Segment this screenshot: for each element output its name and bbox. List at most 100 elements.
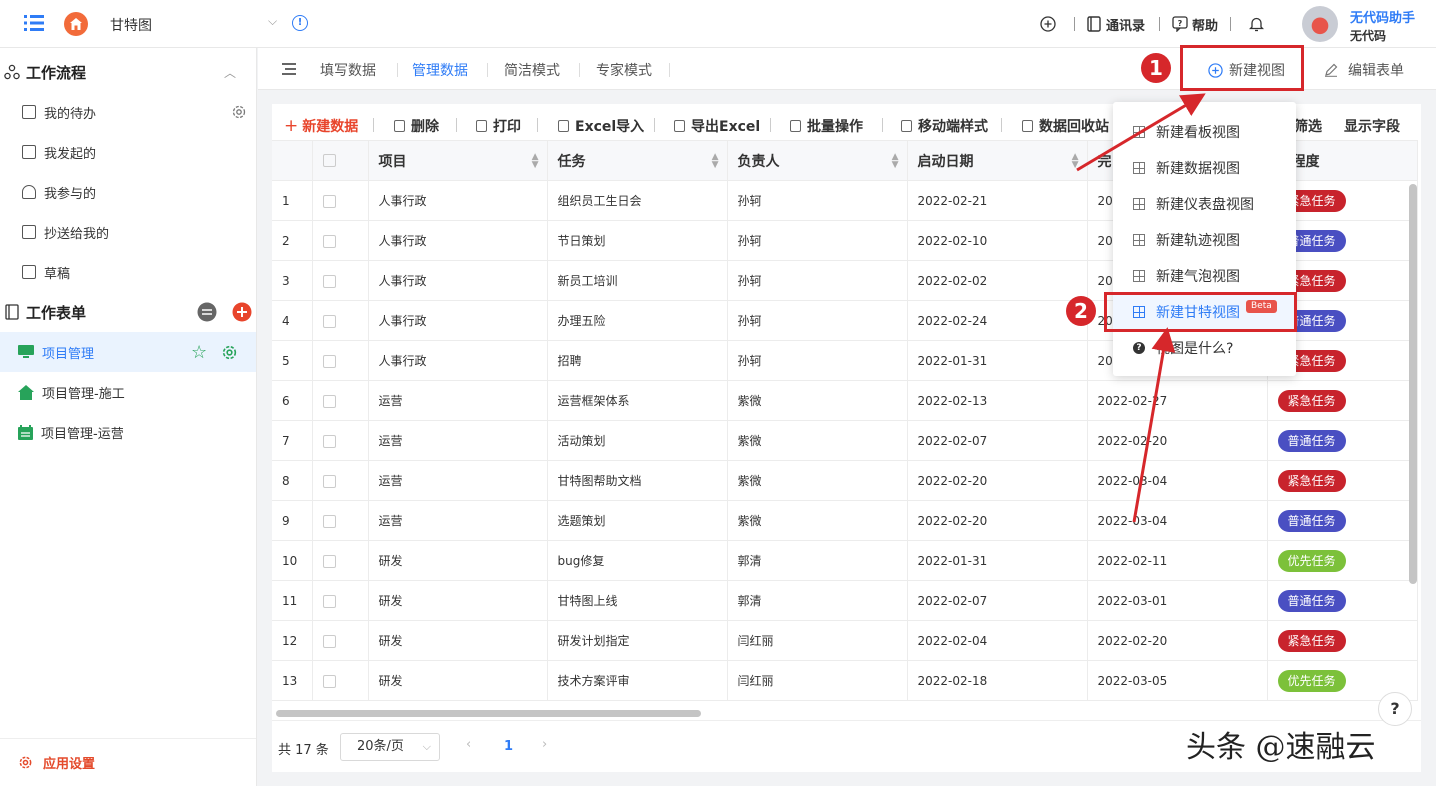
recycle-bin-button[interactable]: 数据回收站 — [1022, 116, 1109, 136]
table-row[interactable]: 8 运营 甘特图帮助文档 紫微 2022-02-20 2022-03-04 紧急任务 — [272, 460, 1418, 501]
add-form-icon[interactable] — [232, 302, 252, 322]
gear-icon[interactable] — [231, 104, 247, 120]
menu-item-data-view[interactable]: 新建数据视图 — [1113, 150, 1296, 186]
sidebar-item-initiated[interactable]: 我发起的 — [0, 132, 256, 172]
sidebar-item-project-mgmt[interactable]: 项目管理 ☆ — [0, 332, 256, 372]
row-checkbox[interactable] — [312, 500, 369, 541]
horizontal-scrollbar[interactable] — [276, 710, 701, 717]
workflow-section-header[interactable]: 工作流程 ︿ — [0, 52, 257, 92]
table-row[interactable]: 10 研发 bug修复 郭清 2022-01-31 2022-02-11 优先任务 — [272, 540, 1418, 581]
current-page[interactable]: 1 — [504, 739, 513, 754]
app-title[interactable]: 甘特图 — [110, 15, 152, 35]
row-checkbox[interactable] — [312, 460, 369, 501]
bell-icon[interactable] — [1249, 16, 1265, 32]
table-row[interactable]: 7 运营 活动策划 紫微 2022-02-07 2022-02-20 普通任务 — [272, 420, 1418, 461]
chevron-down-icon[interactable]: ⌵ — [268, 14, 277, 29]
table-row[interactable]: 12 研发 研发计划指定 闫红丽 2022-02-04 2022-02-20 紧急任务 — [272, 620, 1418, 661]
menu-icon[interactable] — [24, 14, 44, 32]
header-start-date[interactable]: 启动日期 ▲ ▼ — [907, 140, 1088, 181]
row-checkbox[interactable] — [312, 180, 369, 221]
excel-import-label: Excel导入 — [575, 119, 645, 135]
sidebar-item-label: 项目管理-运营 — [41, 426, 124, 442]
tab-manage-data[interactable]: 管理数据 — [412, 60, 468, 80]
sort-icon: ▲ ▼ — [531, 151, 539, 170]
header-project[interactable]: 项目 ▲ ▼ — [368, 140, 548, 181]
contacts-link[interactable]: 通讯录 — [1106, 15, 1145, 34]
sidebar-item-project-operation[interactable]: 项目管理-运营 — [0, 412, 256, 452]
show-fields-button[interactable]: 显示字段 — [1344, 116, 1400, 136]
next-page-icon[interactable]: › — [542, 737, 547, 752]
batch-button[interactable]: 批量操作 — [790, 116, 863, 136]
sidebar-item-project-construction[interactable]: 项目管理-施工 — [0, 372, 256, 412]
table-row[interactable]: 11 研发 甘特图上线 郭清 2022-02-07 2022-03-01 普通任务 — [272, 580, 1418, 621]
menu-item-label: 新建看板视图 — [1156, 125, 1240, 141]
prev-page-icon[interactable]: ‹ — [466, 737, 471, 752]
forms-section-header[interactable]: 工作表单 — [0, 292, 257, 332]
mobile-style-button[interactable]: 移动端样式 — [901, 116, 988, 136]
row-checkbox[interactable] — [312, 380, 369, 421]
batch-label: 批量操作 — [807, 119, 863, 135]
new-data-label: 新建数据 — [302, 119, 359, 135]
tab-simple-mode[interactable]: 简洁模式 — [504, 60, 560, 80]
table-cell: 活动策划 — [547, 420, 728, 461]
header-checkbox[interactable] — [312, 140, 369, 181]
table-row[interactable]: 9 运营 选题策划 紫微 2022-02-20 2022-03-04 普通任务 — [272, 500, 1418, 541]
sidebar-item-participated[interactable]: 我参与的 — [0, 172, 256, 212]
menu-item-dashboard-view[interactable]: 新建仪表盘视图 — [1113, 186, 1296, 222]
help-float-button[interactable]: ? — [1378, 692, 1412, 726]
export-excel-button[interactable]: 导出Excel — [674, 116, 760, 136]
table-cell: 2022-02-27 — [1087, 380, 1268, 421]
row-checkbox[interactable] — [312, 300, 369, 341]
info-icon[interactable]: ! — [292, 15, 308, 31]
table-cell: 2022-02-20 — [907, 460, 1088, 501]
table-row[interactable]: 13 研发 技术方案评审 闫红丽 2022-02-18 2022-03-05 优先任务 — [272, 660, 1418, 701]
user-name[interactable]: 无代码助手 — [1350, 7, 1415, 26]
row-checkbox[interactable] — [312, 660, 369, 701]
sidebar-item-drafts[interactable]: 草稿 — [0, 252, 256, 292]
row-checkbox[interactable] — [312, 260, 369, 301]
table-cell: 孙轲 — [727, 300, 908, 341]
sidebar-item-cc[interactable]: 抄送给我的 — [0, 212, 256, 252]
app-settings-link[interactable]: 应用设置 — [0, 738, 256, 786]
table-cell: 人事行政 — [368, 220, 548, 261]
header-task[interactable]: 任务 ▲ ▼ — [547, 140, 728, 181]
tab-expert-mode[interactable]: 专家模式 — [596, 60, 652, 80]
print-button[interactable]: 打印 — [476, 116, 521, 136]
row-checkbox[interactable] — [312, 340, 369, 381]
menu-item-track-view[interactable]: 新建轨迹视图 — [1113, 222, 1296, 258]
grid-icon — [1133, 126, 1145, 138]
menu-item-bubble-view[interactable]: 新建气泡视图 — [1113, 258, 1296, 294]
new-data-button[interactable]: + 新建数据 — [284, 116, 358, 136]
row-checkbox[interactable] — [312, 620, 369, 661]
star-icon[interactable]: ☆ — [191, 342, 207, 363]
header-owner[interactable]: 负责人 ▲ ▼ — [727, 140, 908, 181]
table-row[interactable]: 6 运营 运营框架体系 紫微 2022-02-13 2022-02-27 紧急任务 — [272, 380, 1418, 421]
row-checkbox[interactable] — [312, 540, 369, 581]
vertical-scrollbar[interactable] — [1409, 184, 1417, 584]
row-checkbox[interactable] — [312, 220, 369, 261]
row-index: 11 — [272, 580, 313, 621]
tab-fill-data[interactable]: 填写数据 — [320, 60, 376, 80]
add-circle-icon[interactable] — [1040, 16, 1056, 32]
row-checkbox[interactable] — [312, 420, 369, 461]
menu-item-label: 新建仪表盘视图 — [1156, 197, 1254, 213]
sort-toggle-icon[interactable] — [197, 302, 217, 322]
menu-item-what-is-view[interactable]: ? 视图是什么? — [1113, 330, 1296, 366]
list-toggle-icon[interactable] — [282, 63, 296, 75]
help-link[interactable]: 帮助 — [1192, 15, 1218, 34]
priority-cell: 普通任务 — [1267, 500, 1418, 541]
excel-import-button[interactable]: Excel导入 — [558, 116, 644, 136]
edit-form-button[interactable]: 编辑表单 — [1324, 60, 1404, 80]
chevron-up-icon[interactable]: ︿ — [224, 64, 236, 81]
table-cell: 2022-01-31 — [907, 540, 1088, 581]
gear-icon[interactable] — [221, 344, 238, 361]
avatar[interactable] — [1302, 6, 1338, 42]
page-size-select[interactable]: 20条/页 ⌵ — [340, 733, 440, 761]
home-icon[interactable] — [64, 12, 88, 36]
sidebar-item-todo[interactable]: 我的待办 — [0, 92, 256, 132]
menu-item-kanban-view[interactable]: 新建看板视图 — [1113, 114, 1296, 150]
filter-button[interactable]: 筛选 — [1294, 116, 1322, 136]
pencil-icon — [1325, 63, 1338, 77]
row-checkbox[interactable] — [312, 580, 369, 621]
delete-button[interactable]: 删除 — [394, 116, 439, 136]
